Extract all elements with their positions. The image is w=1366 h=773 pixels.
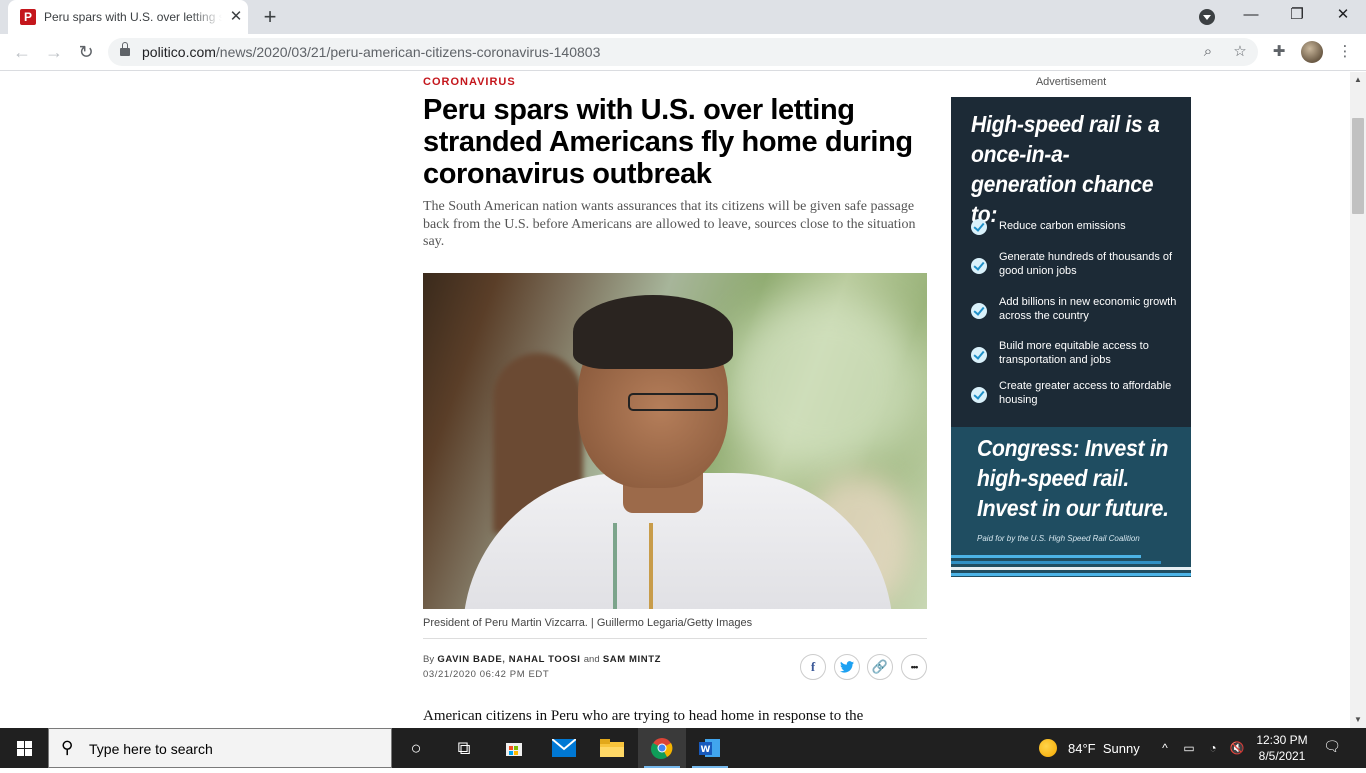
publish-date: 03/21/2020 06:42 PM EDT	[423, 669, 550, 680]
search-icon: ⚲	[61, 738, 74, 757]
byline-prefix: By	[423, 654, 435, 665]
battery-icon[interactable]: ▭	[1180, 739, 1198, 757]
tab-title: Peru spars with U.S. over letting strand…	[44, 10, 222, 24]
reload-icon[interactable]: ↻	[72, 38, 100, 66]
ad-rail-stripe	[951, 567, 1191, 570]
hero-photo	[423, 273, 927, 609]
byline-divider	[423, 638, 927, 639]
check-icon	[971, 387, 987, 403]
url-path: /news/2020/03/21/peru-american-citizens-…	[215, 44, 601, 60]
check-icon	[971, 219, 987, 235]
windows-taskbar: ⚲ Type here to search ○ ⧉ W 84°F Sunny ^…	[0, 728, 1366, 768]
weather-sun-icon[interactable]	[1039, 739, 1057, 757]
clock-date: 8/5/2021	[1258, 749, 1306, 763]
tab-strip: P Peru spars with U.S. over letting stra…	[0, 0, 1366, 34]
author-link[interactable]: GAVIN BADE	[437, 654, 502, 665]
article-dek: The South American nation wants assuranc…	[423, 199, 916, 249]
tab-search-dropdown-icon[interactable]	[1199, 9, 1215, 25]
byline: By GAVIN BADE, NAHAL TOOSI and SAM MINTZ	[423, 654, 662, 665]
check-icon	[971, 303, 987, 319]
tray-chevron-up-icon[interactable]: ^	[1156, 739, 1174, 757]
task-view-icon[interactable]: ⧉	[440, 728, 488, 768]
microsoft-store-icon[interactable]	[490, 728, 538, 768]
more-share-icon[interactable]: •••	[901, 654, 927, 680]
search-placeholder: Type here to search	[89, 741, 213, 757]
check-icon	[971, 258, 987, 274]
windows-start-icon[interactable]	[0, 728, 48, 768]
photo-caption: President of Peru Martin Vizcarra. | Gui…	[423, 617, 753, 629]
ad-headline: High-speed rail is a once-in-a-generatio…	[971, 111, 1160, 227]
ad-rail-stripe	[951, 555, 1141, 558]
author-link[interactable]: NAHAL TOOSI	[509, 654, 581, 665]
taskbar-search-box[interactable]: ⚲ Type here to search	[48, 728, 392, 768]
back-arrow-icon[interactable]: ←	[8, 38, 36, 66]
article-headline: Peru spars with U.S. over letting strand…	[423, 94, 913, 190]
ad-cta-panel: Congress: Invest in high-speed rail. Inv…	[951, 427, 1191, 577]
volume-muted-icon[interactable]: 🔇	[1228, 739, 1246, 757]
window-minimize-icon[interactable]: —	[1228, 0, 1274, 30]
copy-link-icon[interactable]: 🔗	[867, 654, 893, 680]
window-close-icon[interactable]: ✕	[1320, 0, 1366, 30]
scroll-thumb[interactable]	[1352, 118, 1364, 214]
address-bar[interactable]: politico.com/news/2020/03/21/peru-americ…	[108, 38, 1258, 66]
wifi-icon[interactable]: ◔	[1204, 739, 1222, 757]
twitter-share-icon[interactable]	[834, 654, 860, 680]
article-body: American citizens in Peru who are trying…	[423, 708, 864, 724]
url-text[interactable]: politico.com/news/2020/03/21/peru-americ…	[142, 44, 600, 60]
browser-toolbar: ← → ↻ politico.com/news/2020/03/21/peru-…	[0, 34, 1366, 71]
scroll-up-arrow-icon[interactable]: ▲	[1350, 72, 1366, 88]
ad-rail-stripe	[951, 561, 1161, 564]
politico-favicon-icon: P	[20, 9, 36, 25]
profile-avatar[interactable]	[1301, 41, 1323, 63]
kebab-menu-icon[interactable]: ⋮	[1334, 41, 1356, 63]
check-icon	[971, 347, 987, 363]
system-clock[interactable]: 12:30 PM 8/5/2021	[1252, 732, 1312, 764]
file-explorer-icon[interactable]	[588, 728, 636, 768]
scroll-down-arrow-icon[interactable]: ▼	[1350, 712, 1366, 728]
chrome-icon[interactable]	[638, 728, 686, 768]
lock-icon[interactable]	[120, 42, 130, 56]
zoom-magnifier-icon[interactable]: ⌕	[1198, 42, 1218, 62]
author-link[interactable]: SAM MINTZ	[603, 654, 661, 665]
rail-coalition-ad[interactable]: High-speed rail is a once-in-a-generatio…	[951, 97, 1191, 577]
word-icon[interactable]: W	[686, 728, 734, 768]
notifications-icon[interactable]: 🗨	[1318, 738, 1346, 758]
bookmark-star-icon[interactable]: ☆	[1230, 42, 1250, 62]
ad-cta-text: Congress: Invest in high-speed rail. Inv…	[977, 435, 1169, 521]
extensions-puzzle-icon[interactable]: ✚	[1268, 41, 1290, 63]
new-tab-plus-icon[interactable]: +	[258, 4, 282, 30]
article-kicker[interactable]: CORONAVIRUS	[423, 76, 516, 88]
ad-paid-for: Paid for by the U.S. High Speed Rail Coa…	[977, 534, 1140, 543]
mail-icon[interactable]	[540, 728, 588, 768]
clock-time: 12:30 PM	[1256, 733, 1308, 747]
url-host: politico.com	[142, 44, 216, 60]
web-page: CORONAVIRUS Peru spars with U.S. over le…	[0, 72, 1350, 728]
cortana-circle-icon[interactable]: ○	[392, 728, 440, 768]
word-letter: W	[701, 745, 711, 755]
window-restore-icon[interactable]: ❐	[1274, 0, 1320, 30]
browser-tab[interactable]: P Peru spars with U.S. over letting stra…	[8, 0, 248, 34]
weather-widget[interactable]: 84°F Sunny	[1068, 741, 1140, 756]
forward-arrow-icon[interactable]: →	[40, 38, 68, 66]
page-scrollbar[interactable]: ▲ ▼	[1350, 72, 1366, 728]
advertisement-label: Advertisement	[1035, 76, 1107, 88]
ad-rail-stripe	[951, 573, 1191, 576]
facebook-share-icon[interactable]: f	[800, 654, 826, 680]
tab-close-icon[interactable]: ✕	[226, 7, 246, 27]
